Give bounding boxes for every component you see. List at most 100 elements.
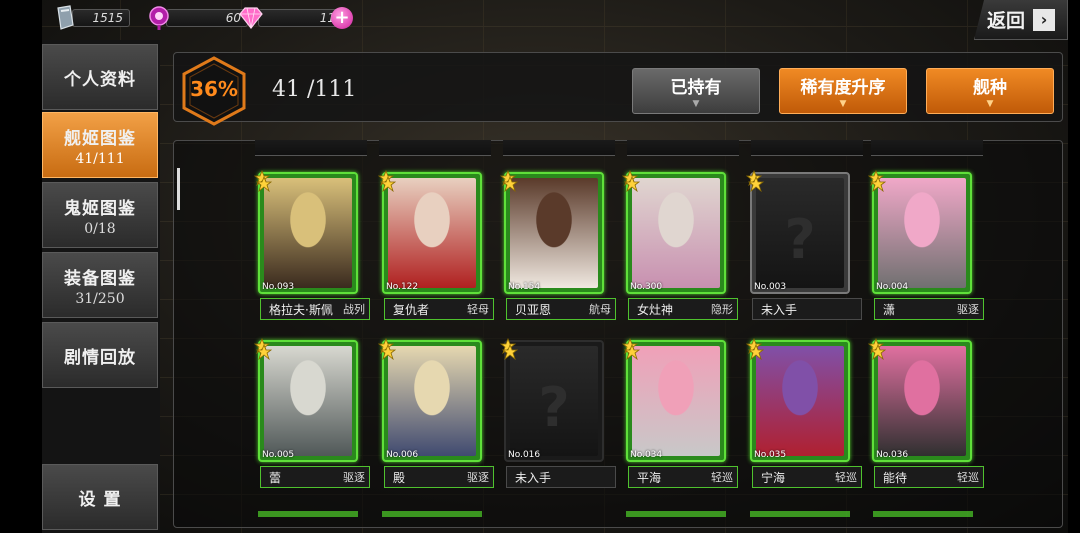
screen-edge xyxy=(0,0,42,533)
rarity-star-icon xyxy=(256,344,272,360)
rarity-star-icon xyxy=(256,176,272,192)
shipgirl-portrait xyxy=(388,346,476,456)
shipgirl-name: 宁海 xyxy=(761,470,786,485)
card-number: No.154 xyxy=(508,282,541,292)
orb-value: 60 xyxy=(166,9,248,27)
dropdown-triangle-icon: ▼ xyxy=(986,99,994,109)
shipgirl-name: 潇 xyxy=(883,302,896,317)
chevron-right-icon: › xyxy=(1033,8,1055,31)
partial-card-above xyxy=(627,140,739,156)
shipgirl-portrait xyxy=(510,178,598,288)
partial-card-below xyxy=(382,511,482,517)
shipgirl-card[interactable]: ? No.003 xyxy=(750,172,850,294)
ship-type: 航母 xyxy=(589,303,611,316)
shipgirl-card[interactable]: No.034 xyxy=(626,340,726,462)
collection-count: 41 /111 xyxy=(272,77,357,102)
partial-card-above xyxy=(379,140,491,156)
partial-card-above xyxy=(871,140,983,156)
shipgirl-portrait xyxy=(264,178,352,288)
locked-portrait: ? xyxy=(756,178,844,288)
settings-button[interactable]: 设 置 xyxy=(42,464,158,530)
shipgirl-card[interactable]: No.300 xyxy=(626,172,726,294)
partial-card-below xyxy=(626,511,726,517)
shipgirl-portrait xyxy=(264,346,352,456)
shipgirl-card[interactable]: No.093 xyxy=(258,172,358,294)
ship-type: 轻巡 xyxy=(957,471,979,484)
sidebar-item-count: 31/250 xyxy=(75,290,125,307)
shipgirl-card[interactable]: No.122 xyxy=(382,172,482,294)
card-number: No.093 xyxy=(262,282,295,292)
shipgirl-card[interactable]: No.035 xyxy=(750,340,850,462)
shipgirl-name: 复仇者 xyxy=(393,302,430,317)
card-number: No.006 xyxy=(386,450,419,460)
add-currency-button[interactable]: + xyxy=(331,7,353,29)
shipgirl-portrait xyxy=(878,346,966,456)
filter-label: 稀有度升序 xyxy=(800,78,886,98)
question-mark-icon: ? xyxy=(538,376,570,439)
sidebar-item-profile[interactable]: 个人资料 xyxy=(42,44,158,110)
card-name-bar: 能待 轻巡 xyxy=(874,466,984,488)
card-number: No.035 xyxy=(754,450,787,460)
partial-card-below xyxy=(750,511,850,517)
shipgirl-card[interactable]: ? No.016 xyxy=(504,340,604,462)
card-name-bar: 殿 驱逐 xyxy=(384,466,494,488)
ship-type: 轻巡 xyxy=(835,471,857,484)
pink-orb-icon xyxy=(146,5,172,31)
shipgirl-name: 格拉夫·斯佩 xyxy=(269,302,333,317)
shipgirl-card[interactable]: No.004 xyxy=(872,172,972,294)
shipgirl-name: 平海 xyxy=(637,470,662,485)
sidebar-item-label: 舰姬图鉴 xyxy=(64,128,136,149)
shipgirl-name: 未入手 xyxy=(515,470,552,485)
card-name-bar: 贝亚恩 航母 xyxy=(506,298,616,320)
rarity-star-icon xyxy=(624,344,640,360)
sidebar-item-label: 剧情回放 xyxy=(64,347,136,368)
shipgirl-name: 未入手 xyxy=(761,302,798,317)
card-number: No.034 xyxy=(630,450,663,460)
locked-portrait: ? xyxy=(510,346,598,456)
sidebar-item-story-replay[interactable]: 剧情回放 xyxy=(42,322,158,388)
filter-ship-type-button[interactable]: 舰种 ▼ xyxy=(926,68,1054,114)
shipgirl-card[interactable]: No.036 xyxy=(872,340,972,462)
rarity-star-icon xyxy=(380,176,396,192)
screen-edge xyxy=(1068,0,1080,533)
rarity-star-icon xyxy=(624,176,640,192)
partial-card-above xyxy=(255,140,367,156)
sidebar-item-equipment-codex[interactable]: 装备图鉴 31/250 xyxy=(42,252,158,318)
sort-rarity-button[interactable]: 稀有度升序 ▼ xyxy=(779,68,907,114)
sidebar-item-count: 0/18 xyxy=(84,220,116,237)
card-number: No.003 xyxy=(754,282,787,292)
card-number: No.300 xyxy=(630,282,663,292)
ship-type: 隐形 xyxy=(711,303,733,316)
sidebar-item-shipgirl-codex[interactable]: 舰姬图鉴 41/111 xyxy=(42,112,158,178)
scrollbar-thumb[interactable] xyxy=(177,168,180,210)
card-name-bar: 蕾 驱逐 xyxy=(260,466,370,488)
partial-card-above xyxy=(503,140,615,156)
shipgirl-name: 蕾 xyxy=(269,470,282,485)
back-label: 返回 xyxy=(986,10,1025,32)
back-button[interactable]: 返回 › xyxy=(974,0,1068,40)
shipgirl-card[interactable]: No.154 xyxy=(504,172,604,294)
rarity-star-icon xyxy=(502,176,518,192)
shipgirl-card[interactable]: No.005 xyxy=(258,340,358,462)
shipgirl-name: 贝亚恩 xyxy=(515,302,552,317)
dropdown-triangle-icon: ▼ xyxy=(692,99,700,109)
card-number: No.016 xyxy=(508,450,541,460)
resource-fuel: 1515 xyxy=(52,5,130,31)
resource-diamond: 11 xyxy=(238,5,342,31)
resource-orb: 60 xyxy=(146,5,248,31)
partial-card-below xyxy=(873,511,973,517)
sidebar-item-ghost-codex[interactable]: 鬼姬图鉴 0/18 xyxy=(42,182,158,248)
rarity-star-icon xyxy=(502,344,518,360)
fuel-canister-icon xyxy=(52,5,78,31)
filter-label: 已持有 xyxy=(670,78,722,98)
filter-owned-button[interactable]: 已持有 ▼ xyxy=(632,68,760,114)
card-name-bar: 潇 驱逐 xyxy=(874,298,984,320)
ship-type: 轻巡 xyxy=(711,471,733,484)
card-number: No.005 xyxy=(262,450,295,460)
partial-card-above xyxy=(751,140,863,156)
diamond-value: 11 xyxy=(258,9,342,27)
settings-label: 设 置 xyxy=(78,489,122,510)
shipgirl-card[interactable]: No.006 xyxy=(382,340,482,462)
question-mark-icon: ? xyxy=(784,208,816,271)
shipgirl-portrait xyxy=(632,178,720,288)
